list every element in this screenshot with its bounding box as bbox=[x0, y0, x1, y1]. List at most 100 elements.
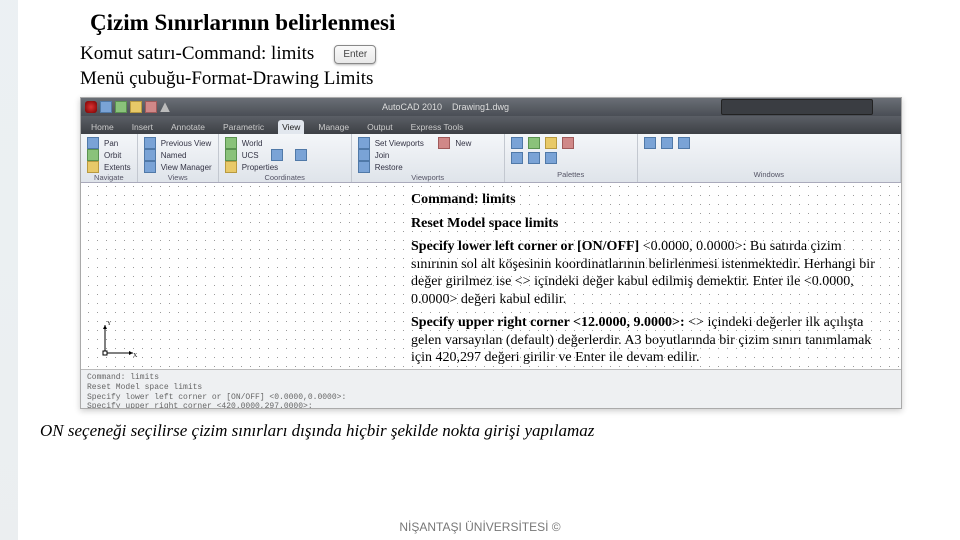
product-name: AutoCAD 2010 bbox=[382, 102, 442, 112]
ov-ur-a: Specify upper right corner <12.0000, 9.0… bbox=[411, 315, 688, 330]
rg-coord-label: Coordinates bbox=[225, 173, 345, 182]
ribbon-group-navigate: Pan Orbit Extents Navigate bbox=[81, 134, 138, 182]
r-extents[interactable]: Extents bbox=[104, 163, 131, 172]
prevview-icon[interactable] bbox=[144, 137, 156, 149]
command-line[interactable]: Command: limits Reset Model space limits… bbox=[81, 369, 901, 409]
r-prev[interactable]: Previous View bbox=[161, 139, 212, 148]
tab-view[interactable]: View bbox=[278, 120, 304, 134]
orbit-icon[interactable] bbox=[87, 149, 99, 161]
pal1-icon[interactable] bbox=[511, 137, 523, 149]
win1-icon[interactable] bbox=[644, 137, 656, 149]
titlebar-right bbox=[721, 99, 901, 115]
ov-cmd-lbl: Command: bbox=[411, 192, 482, 207]
subtitle-1: Komut satırı-Command: limits bbox=[80, 42, 314, 67]
newvp-icon[interactable] bbox=[438, 137, 450, 149]
join-icon[interactable] bbox=[358, 149, 370, 161]
r-named[interactable]: Named bbox=[161, 151, 187, 160]
subtitle-row-2: Menü çubuğu-Format-Drawing Limits bbox=[80, 67, 920, 92]
ucs3-icon[interactable] bbox=[295, 149, 307, 161]
viewmgr-icon[interactable] bbox=[144, 161, 156, 173]
extents-icon[interactable] bbox=[87, 161, 99, 173]
side-accent bbox=[0, 0, 18, 540]
ov-ll-a: Specify lower left corner or [ON/OFF] bbox=[411, 239, 643, 254]
drawing-canvas[interactable]: Y X Command: limits Reset Model space li… bbox=[81, 183, 901, 369]
ucs-axis-icon: Y X bbox=[99, 319, 139, 359]
qat bbox=[81, 101, 170, 113]
rg-nav-label: Navigate bbox=[87, 173, 131, 182]
pal7-icon[interactable] bbox=[545, 152, 557, 164]
ribbon-group-palettes: Palettes bbox=[505, 134, 638, 182]
footnote: ON seçeneği seçilirse çizim sınırları dı… bbox=[40, 421, 920, 441]
r-pan[interactable]: Pan bbox=[104, 139, 118, 148]
r-ucs[interactable]: UCS bbox=[242, 151, 259, 160]
rg-pal-label: Palettes bbox=[511, 170, 631, 179]
tab-parametric[interactable]: Parametric bbox=[219, 120, 268, 134]
page-title: Çizim Sınırlarının belirlenmesi bbox=[90, 10, 920, 36]
tab-annotate[interactable]: Annotate bbox=[167, 120, 209, 134]
r-new[interactable]: New bbox=[455, 139, 471, 148]
r-orbit[interactable]: Orbit bbox=[104, 151, 121, 160]
cmd-l4: Specify upper right corner <420.0000,297… bbox=[87, 402, 895, 409]
ribbon-group-views: Previous View Named View Manager Views bbox=[138, 134, 219, 182]
world-icon[interactable] bbox=[225, 137, 237, 149]
ribbon-group-viewports: Set Viewports New Join Restore Viewports bbox=[352, 134, 505, 182]
setvp-icon[interactable] bbox=[358, 137, 370, 149]
subtitle-row-1: Komut satırı-Command: limits Enter bbox=[80, 42, 920, 67]
cmd-l3: Specify lower left corner or [ON/OFF] <0… bbox=[87, 393, 895, 403]
ribbon-group-windows: Windows bbox=[638, 134, 901, 182]
r-restore[interactable]: Restore bbox=[375, 163, 403, 172]
subtitle-2: Menü çubuğu-Format-Drawing Limits bbox=[80, 67, 373, 92]
ribbon-group-coords: World UCS Properties Coordinates bbox=[219, 134, 352, 182]
enter-key-icon: Enter bbox=[334, 45, 376, 64]
autocad-titlebar: AutoCAD 2010 Drawing1.dwg bbox=[81, 98, 901, 116]
props-icon[interactable] bbox=[225, 161, 237, 173]
app-menu-icon[interactable] bbox=[85, 101, 97, 113]
ucs2-icon[interactable] bbox=[271, 149, 283, 161]
tab-output[interactable]: Output bbox=[363, 120, 397, 134]
cmd-l1: Command: limits bbox=[87, 373, 895, 383]
tab-insert[interactable]: Insert bbox=[128, 120, 157, 134]
qat-more-icon[interactable] bbox=[160, 102, 170, 112]
r-setvp[interactable]: Set Viewports bbox=[375, 139, 424, 148]
r-join[interactable]: Join bbox=[375, 151, 390, 160]
slide-body: Çizim Sınırlarının belirlenmesi Komut sa… bbox=[0, 0, 960, 441]
ov-cmd-val: limits bbox=[482, 192, 515, 207]
ov-ll-b: <0.0000, 0.0000>: bbox=[643, 239, 750, 254]
autocad-window: AutoCAD 2010 Drawing1.dwg Home Insert An… bbox=[80, 97, 902, 409]
save-icon[interactable] bbox=[130, 101, 142, 113]
pal3-icon[interactable] bbox=[545, 137, 557, 149]
open-icon[interactable] bbox=[115, 101, 127, 113]
win2-icon[interactable] bbox=[661, 137, 673, 149]
pal6-icon[interactable] bbox=[528, 152, 540, 164]
ucs-icon[interactable] bbox=[225, 149, 237, 161]
tab-home[interactable]: Home bbox=[87, 120, 118, 134]
footer: NİŞANTAŞI ÜNİVERSİTESİ © bbox=[0, 520, 960, 534]
ribbon: Pan Orbit Extents Navigate Previous View… bbox=[81, 134, 901, 183]
r-props[interactable]: Properties bbox=[242, 163, 278, 172]
doc-name: Drawing1.dwg bbox=[452, 102, 509, 112]
pan-icon[interactable] bbox=[87, 137, 99, 149]
tab-express[interactable]: Express Tools bbox=[407, 120, 468, 134]
pal5-icon[interactable] bbox=[511, 152, 523, 164]
svg-text:Y: Y bbox=[107, 321, 112, 327]
pal4-icon[interactable] bbox=[562, 137, 574, 149]
cmd-l2: Reset Model space limits bbox=[87, 383, 895, 393]
restore-icon[interactable] bbox=[358, 161, 370, 173]
titlebar-text: AutoCAD 2010 Drawing1.dwg bbox=[170, 102, 721, 112]
rg-views-label: Views bbox=[144, 173, 212, 182]
win3-icon[interactable] bbox=[678, 137, 690, 149]
new-icon[interactable] bbox=[100, 101, 112, 113]
search-input[interactable] bbox=[721, 99, 873, 115]
r-world[interactable]: World bbox=[242, 139, 263, 148]
pal2-icon[interactable] bbox=[528, 137, 540, 149]
svg-text:X: X bbox=[133, 353, 138, 359]
tab-manage[interactable]: Manage bbox=[314, 120, 353, 134]
explanation-overlay: Command: limits Reset Model space limits… bbox=[411, 191, 891, 369]
named-icon[interactable] bbox=[144, 149, 156, 161]
r-vm[interactable]: View Manager bbox=[161, 163, 212, 172]
ribbon-tabs: Home Insert Annotate Parametric View Man… bbox=[81, 116, 901, 134]
rg-vp-label: Viewports bbox=[358, 173, 498, 182]
ov-reset: Reset Model space limits bbox=[411, 215, 891, 233]
rg-win-label: Windows bbox=[644, 170, 894, 179]
undo-icon[interactable] bbox=[145, 101, 157, 113]
